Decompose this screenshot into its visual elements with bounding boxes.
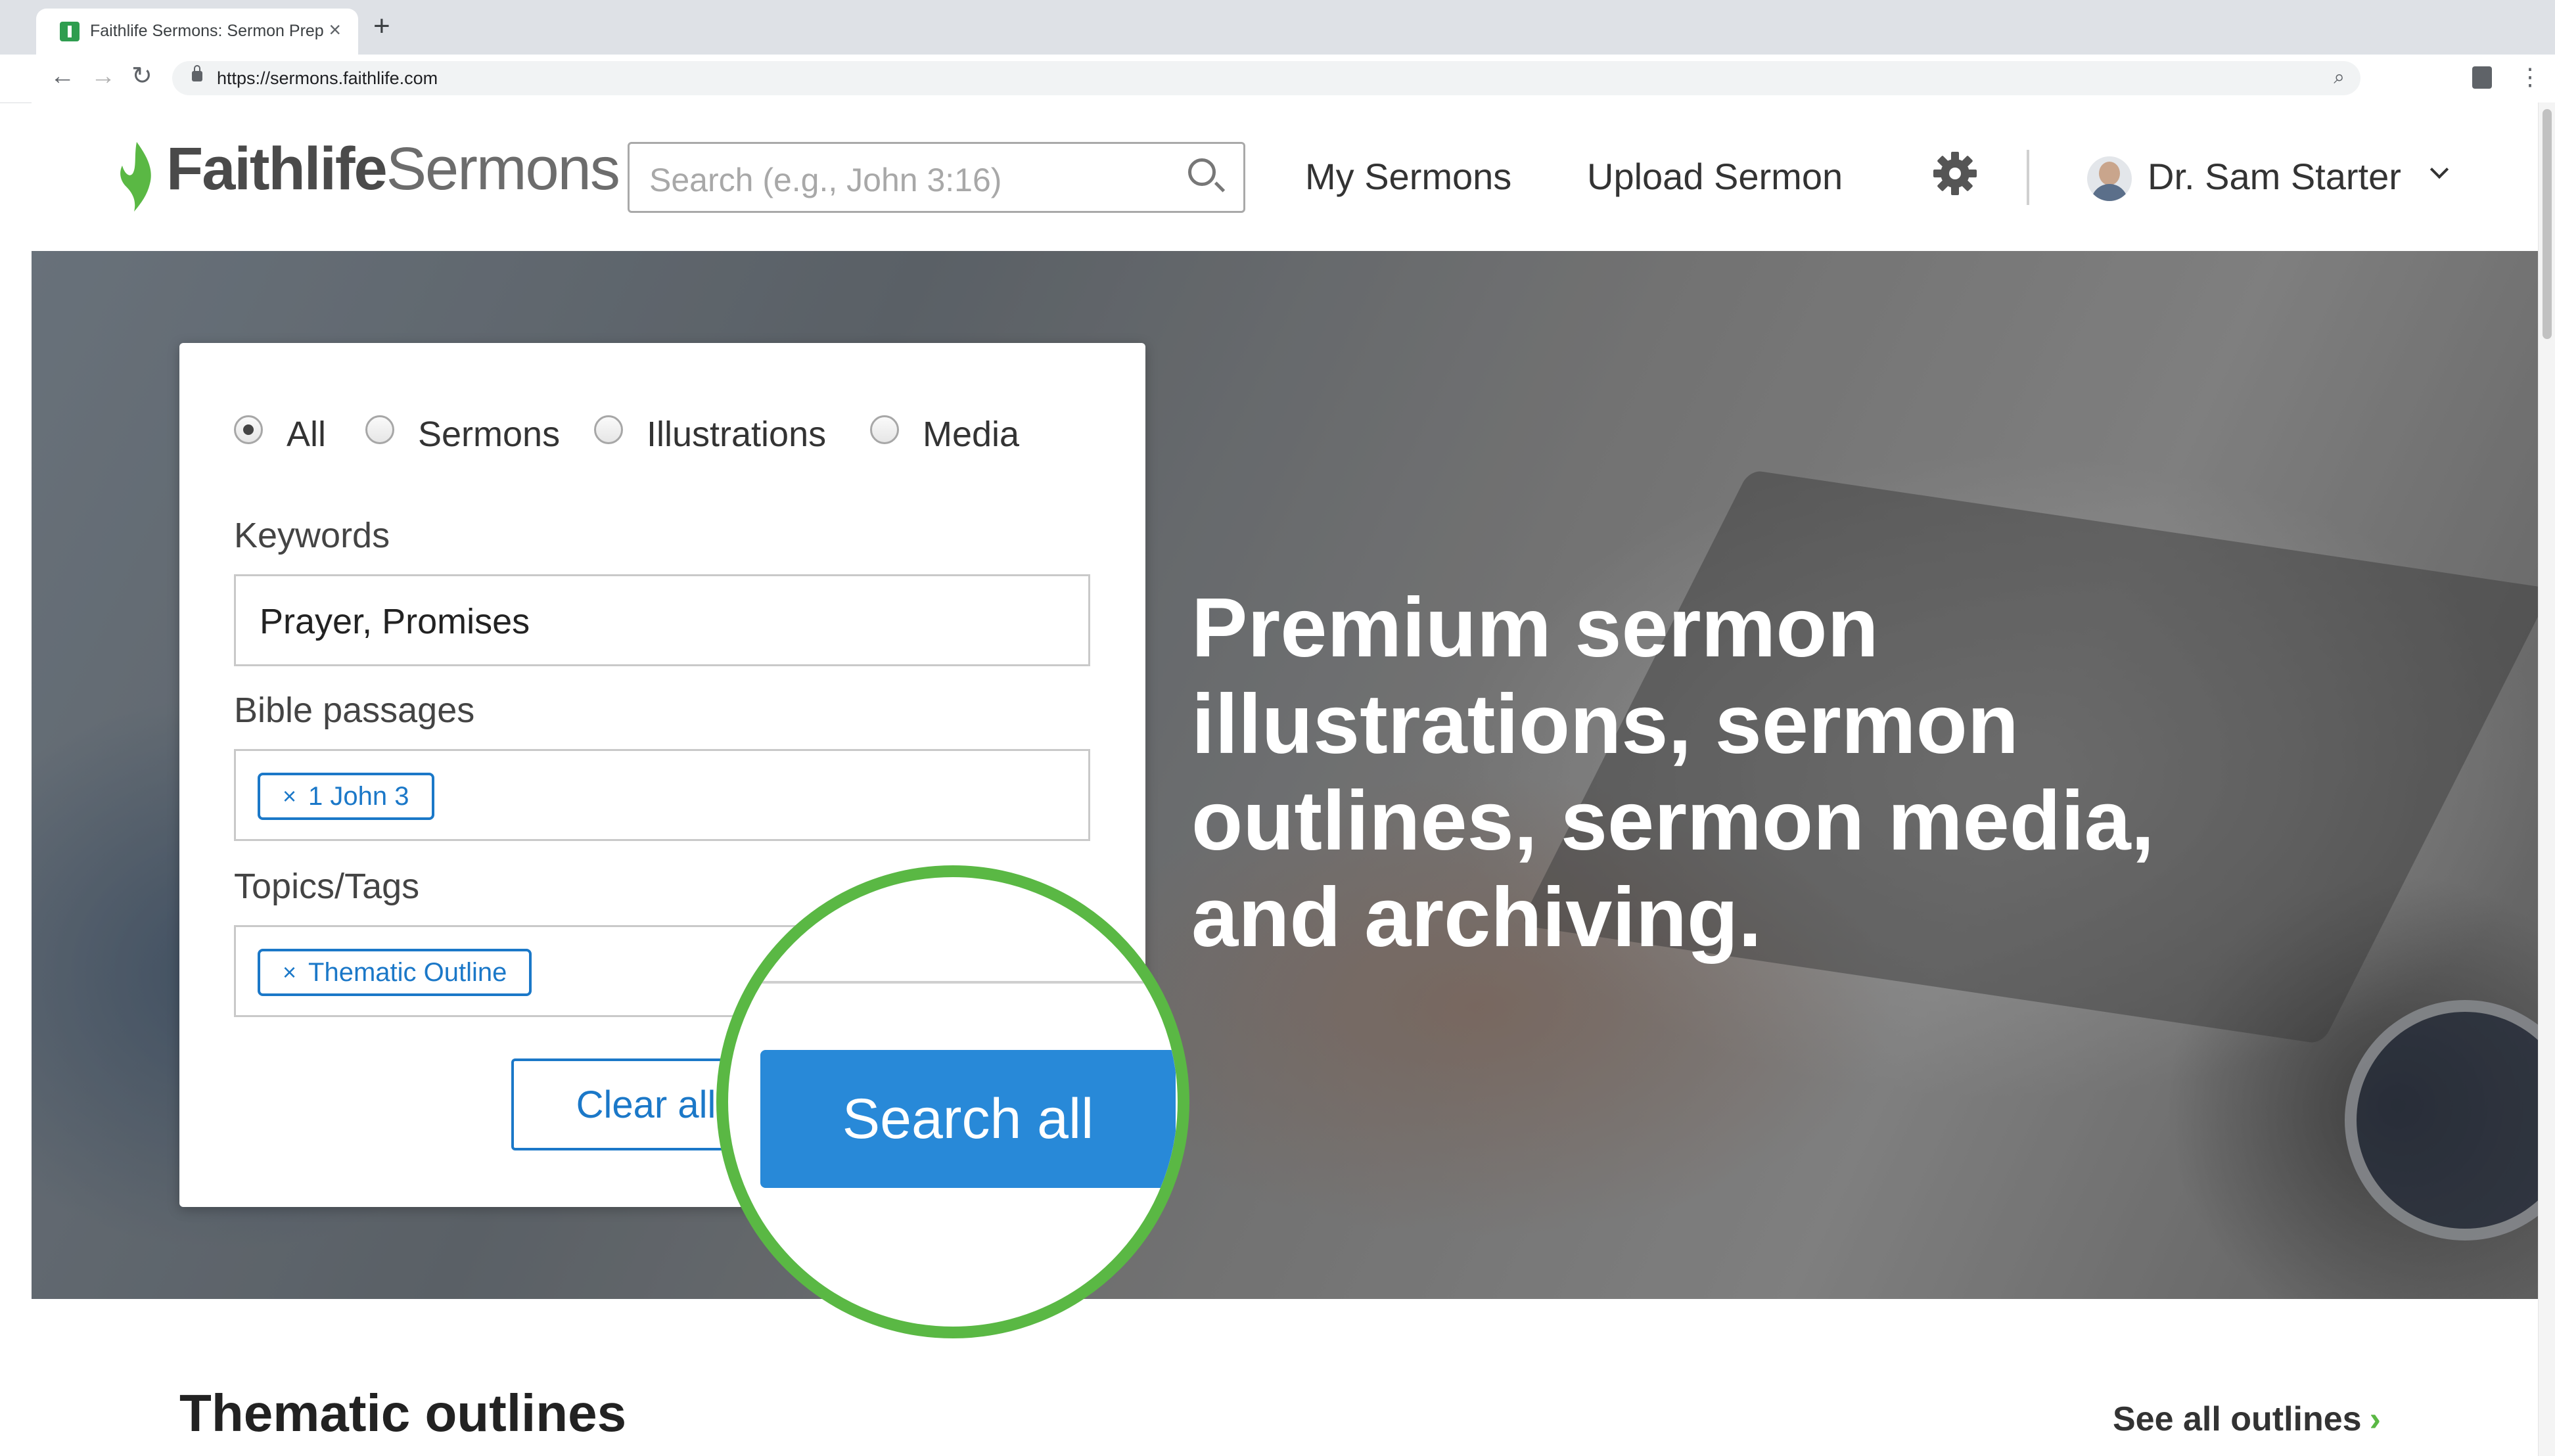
radio-button[interactable] bbox=[870, 415, 899, 444]
browser-tab[interactable]: Faithlife Sermons: Sermon Prep × bbox=[36, 9, 358, 55]
search-all-button[interactable]: Search all bbox=[760, 1050, 1176, 1188]
hero-line: illustrations, sermon bbox=[1191, 677, 2019, 771]
hero-line: Premium sermon bbox=[1191, 581, 1879, 675]
radio-button[interactable] bbox=[234, 415, 263, 444]
flame-logo-icon bbox=[120, 142, 151, 212]
favicon-icon bbox=[60, 22, 80, 41]
browser-toolbar: ← → ↻ https://sermons.faithlife.com ⌕ ⋮ bbox=[0, 55, 2555, 103]
bible-passages-label: Bible passages bbox=[234, 691, 475, 730]
chevron-right-icon: › bbox=[2369, 1400, 2381, 1438]
search-icon[interactable] bbox=[1188, 158, 1216, 186]
keywords-input[interactable]: Prayer, Promises bbox=[234, 574, 1090, 666]
nav-my-sermons[interactable]: My Sermons bbox=[1305, 155, 1511, 198]
site-search-input[interactable]: Search (e.g., John 3:16) bbox=[628, 142, 1245, 213]
site-logo[interactable]: FaithlifeSermons bbox=[166, 139, 620, 199]
topics-tags-label: Topics/Tags bbox=[234, 867, 420, 906]
tab-title: Faithlife Sermons: Sermon Prep bbox=[90, 22, 324, 40]
radio-button[interactable] bbox=[594, 415, 623, 444]
extension-icon[interactable] bbox=[2472, 66, 2492, 89]
keywords-label: Keywords bbox=[234, 516, 390, 555]
lock-icon bbox=[192, 65, 202, 81]
nav-upload-sermon[interactable]: Upload Sermon bbox=[1587, 155, 1843, 198]
user-avatar[interactable] bbox=[2087, 156, 2132, 201]
keywords-value: Prayer, Promises bbox=[260, 602, 530, 641]
logo-faithlife: Faithlife bbox=[166, 135, 388, 202]
chip-remove-icon[interactable]: × bbox=[283, 959, 296, 986]
search-placeholder: Search (e.g., John 3:16) bbox=[649, 162, 1002, 198]
user-menu[interactable]: Dr. Sam Starter bbox=[2148, 155, 2401, 198]
back-button[interactable]: ← bbox=[50, 64, 75, 89]
site-header: FaithlifeSermons Search (e.g., John 3:16… bbox=[32, 102, 2538, 251]
highlight-callout: Search all bbox=[716, 865, 1189, 1338]
new-tab-button[interactable]: + bbox=[373, 12, 390, 41]
bible-passage-chip[interactable]: × 1 John 3 bbox=[258, 773, 434, 820]
url-text: https://sermons.faithlife.com bbox=[217, 68, 438, 88]
forward-button[interactable]: → bbox=[91, 64, 116, 89]
page-scrollbar[interactable] bbox=[2538, 102, 2555, 1456]
gear-icon[interactable] bbox=[1931, 149, 1979, 198]
chevron-down-icon[interactable] bbox=[2429, 160, 2449, 179]
see-all-label: See all outlines bbox=[2113, 1400, 2362, 1438]
radio-label: All bbox=[287, 415, 327, 454]
scrollbar-thumb[interactable] bbox=[2543, 109, 2552, 339]
see-all-outlines-link[interactable]: See all outlines › bbox=[2113, 1399, 2381, 1439]
bible-passages-input[interactable]: × 1 John 3 bbox=[234, 749, 1090, 841]
hero-line: outlines, sermon media, bbox=[1191, 774, 2155, 868]
hero-line: and archiving. bbox=[1191, 871, 1762, 965]
hero-headline: Premium sermon illustrations, sermon out… bbox=[1191, 580, 2309, 966]
reload-button[interactable]: ↻ bbox=[131, 64, 152, 89]
radio-button[interactable] bbox=[365, 415, 394, 444]
header-divider bbox=[2027, 150, 2029, 205]
radio-label: Illustrations bbox=[647, 415, 827, 454]
logo-sermons: Sermons bbox=[386, 135, 620, 202]
topic-chip[interactable]: × Thematic Outline bbox=[258, 949, 532, 996]
section-title: Thematic outlines bbox=[179, 1384, 627, 1442]
tab-close-button[interactable]: × bbox=[329, 18, 341, 42]
browser-tab-strip: Faithlife Sermons: Sermon Prep × + bbox=[0, 0, 2555, 55]
browser-menu-icon[interactable]: ⋮ bbox=[2518, 65, 2542, 89]
radio-label: Media bbox=[923, 415, 1020, 454]
address-bar[interactable]: https://sermons.faithlife.com ⌕ bbox=[172, 61, 2360, 95]
chip-label: Thematic Outline bbox=[308, 957, 507, 987]
chip-label: 1 John 3 bbox=[308, 781, 409, 811]
zoom-icon[interactable]: ⌕ bbox=[2334, 66, 2345, 89]
chip-remove-icon[interactable]: × bbox=[283, 783, 296, 810]
radio-label: Sermons bbox=[418, 415, 561, 454]
